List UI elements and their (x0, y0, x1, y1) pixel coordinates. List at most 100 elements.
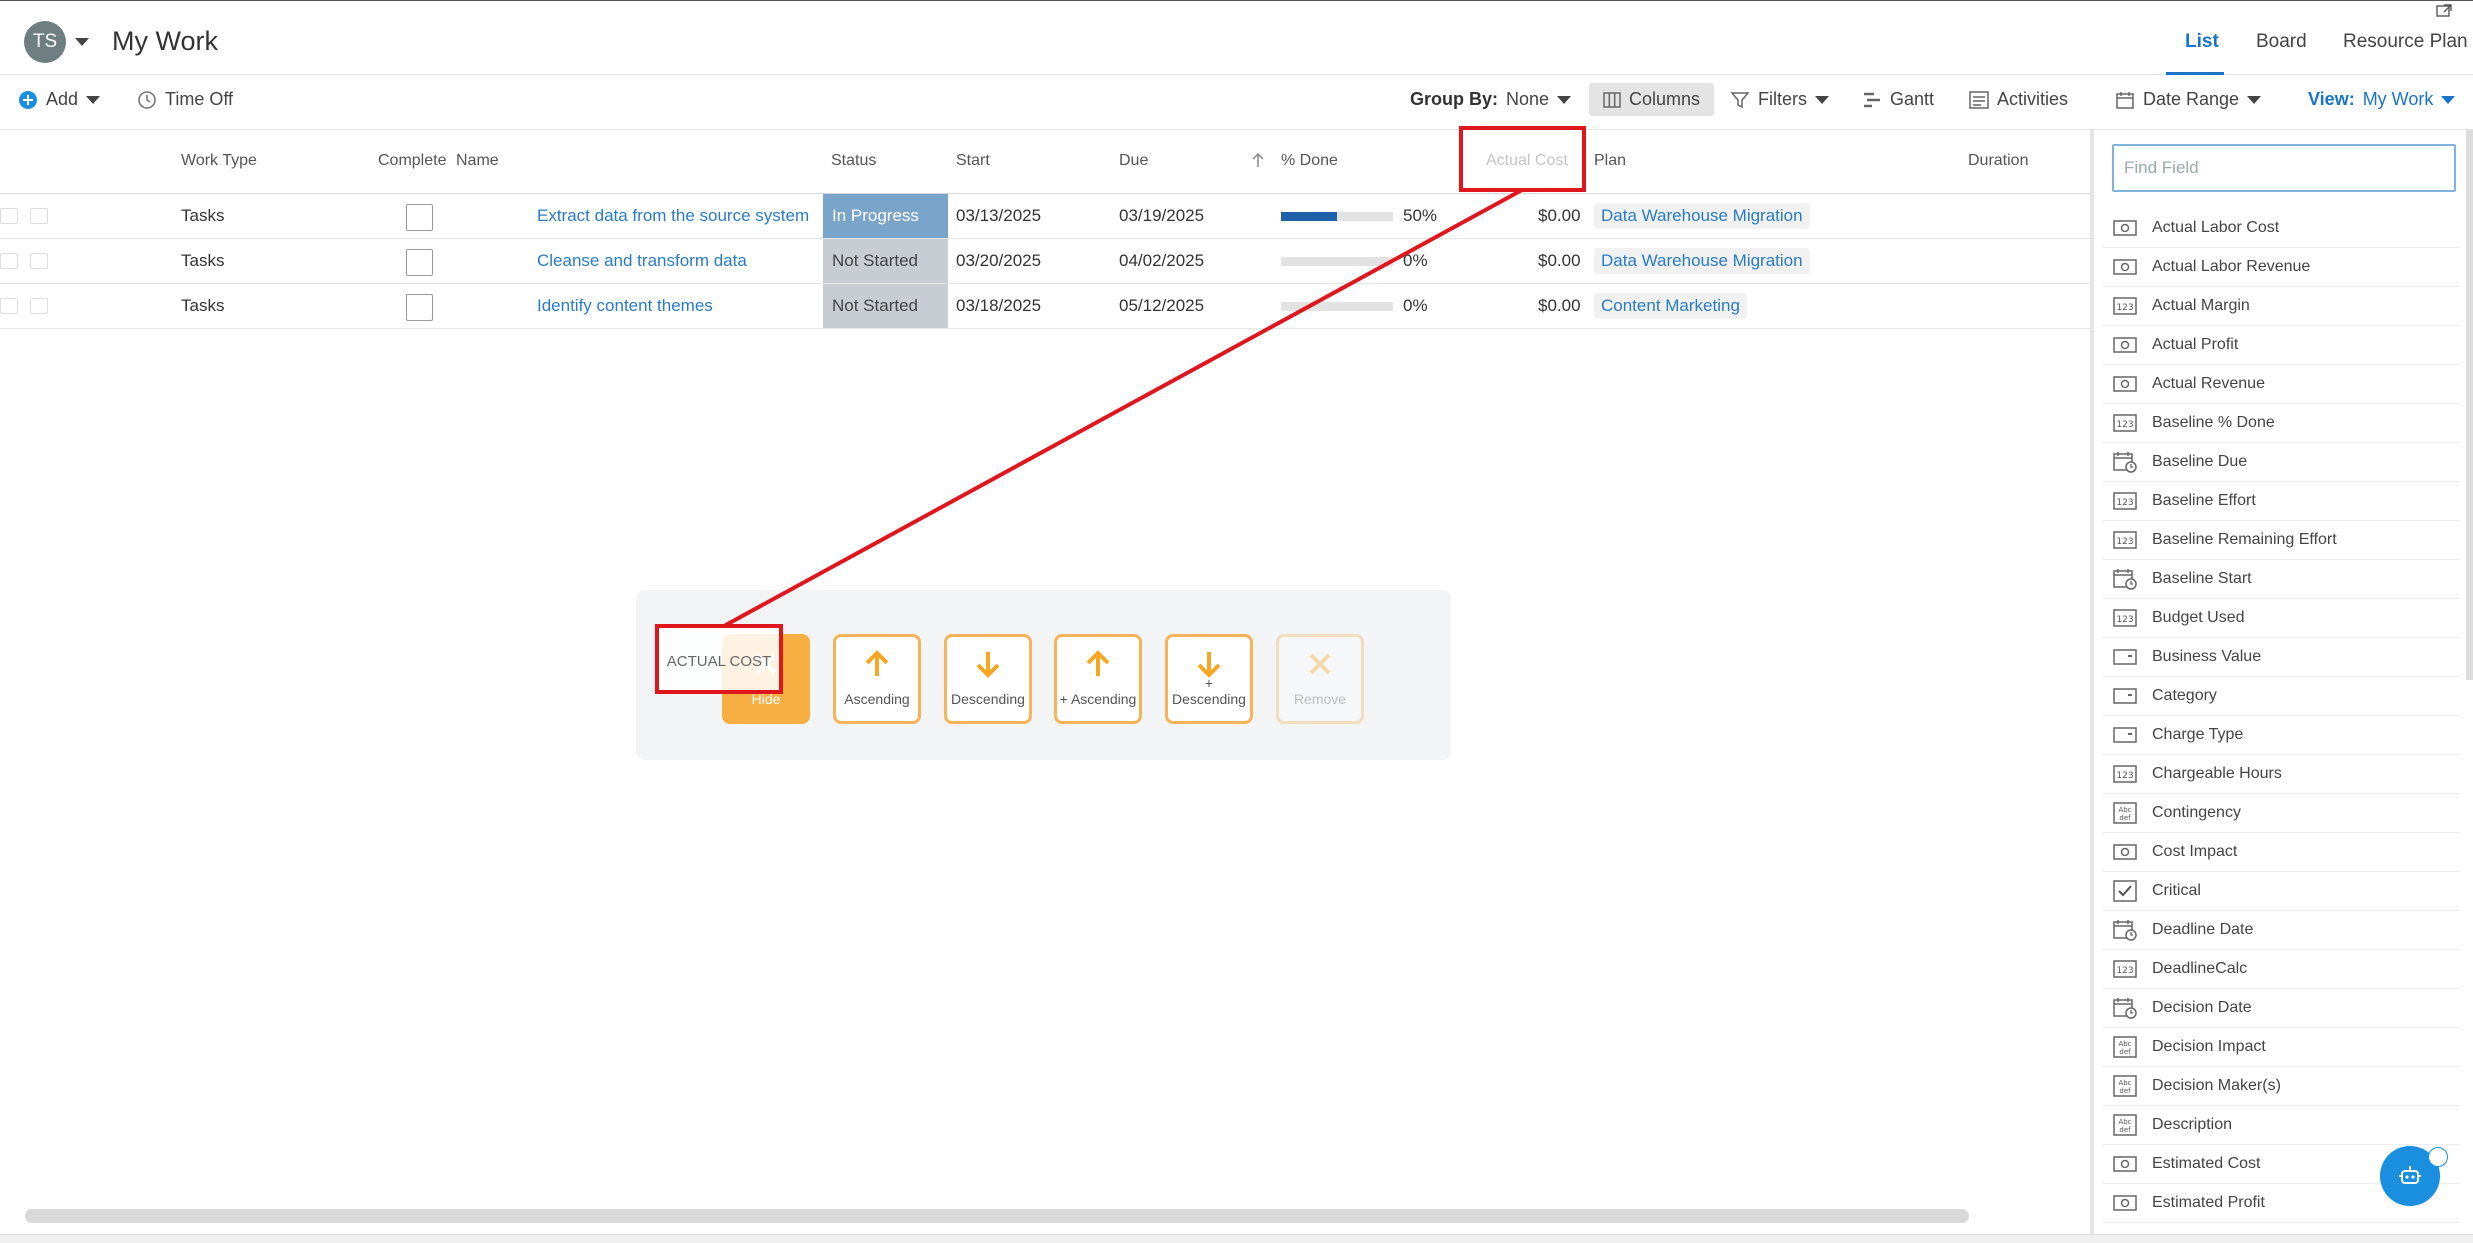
plan-link[interactable]: Content Marketing (1594, 293, 1747, 319)
top-bar: TS My Work List Board Resource Plan (0, 0, 2473, 75)
row-action-icons[interactable] (0, 298, 48, 314)
due-date-cell[interactable]: 04/02/2025 (1119, 251, 1204, 271)
find-field-input[interactable]: Find Field (2112, 144, 2456, 192)
calendar-icon (2112, 451, 2137, 473)
column-header-plan[interactable]: Plan (1594, 152, 1626, 170)
expand-icon[interactable] (2436, 4, 2452, 18)
descending-label: Descending (951, 691, 1025, 707)
status-cell[interactable]: Not Started (823, 239, 948, 283)
row-action-icons[interactable] (0, 253, 48, 269)
panel-scrollbar[interactable] (2466, 130, 2473, 680)
remove-sort-button[interactable]: Remove (1276, 634, 1364, 724)
column-header-complete[interactable]: Complete (378, 152, 446, 170)
sort-descending-button[interactable]: Descending (944, 634, 1032, 724)
activities-button[interactable]: Activities (1969, 89, 2068, 110)
group-by-dropdown[interactable]: Group By: None (1410, 89, 1572, 110)
time-off-button[interactable]: Time Off (137, 89, 233, 110)
field-item[interactable]: Deadline Date (2102, 911, 2460, 950)
column-header-due[interactable]: Due (1119, 152, 1148, 170)
field-item[interactable]: Actual Labor Revenue (2102, 248, 2460, 287)
column-header-start[interactable]: Start (956, 152, 990, 170)
start-date-cell[interactable]: 03/18/2025 (956, 296, 1041, 316)
time-off-label: Time Off (165, 89, 234, 109)
column-header-name[interactable]: Name (456, 152, 499, 170)
column-header-percent-done[interactable]: % Done (1281, 152, 1338, 170)
field-item[interactable]: 123 Baseline Remaining Effort (2102, 521, 2460, 560)
field-item[interactable]: Abc def Description (2102, 1106, 2460, 1145)
page-title: My Work (112, 26, 218, 56)
filters-button[interactable]: Filters (1730, 89, 1829, 110)
field-item[interactable]: Abc def Decision Maker(s) (2102, 1067, 2460, 1106)
field-item[interactable]: Decision Date (2102, 989, 2460, 1028)
field-item[interactable]: Actual Labor Cost (2102, 209, 2460, 248)
sort-ascending-icon[interactable] (1252, 152, 1264, 168)
add-sort-descending-button[interactable]: + Descending (1165, 634, 1253, 724)
field-item[interactable]: Baseline Due (2102, 443, 2460, 482)
field-item[interactable]: 123 Budget Used (2102, 599, 2460, 638)
row-action-icons[interactable] (0, 208, 48, 224)
column-header-duration[interactable]: Duration (1968, 152, 2028, 170)
field-item[interactable]: Actual Revenue (2102, 365, 2460, 404)
field-item[interactable]: Charge Type (2102, 716, 2460, 755)
status-cell[interactable]: In Progress (823, 194, 948, 238)
column-header-status[interactable]: Status (831, 152, 876, 170)
detail-icon[interactable] (30, 208, 48, 224)
avatar-menu-caret-icon[interactable] (75, 38, 89, 46)
field-item[interactable]: 123 Baseline % Done (2102, 404, 2460, 443)
field-item[interactable]: Abc def Decision Impact (2102, 1028, 2460, 1067)
field-item[interactable]: Cost Impact (2102, 833, 2460, 872)
gantt-button[interactable]: Gantt (1862, 89, 1934, 110)
field-item[interactable]: Critical (2102, 872, 2460, 911)
view-selector[interactable]: View: My Work (2308, 89, 2456, 110)
arrow-up-icon (865, 650, 889, 676)
tab-board[interactable]: Board (2256, 31, 2307, 53)
tab-list[interactable]: List (2185, 31, 2219, 53)
comment-icon[interactable] (0, 208, 18, 224)
columns-button[interactable]: Columns (1589, 83, 1715, 116)
column-header-work-type[interactable]: Work Type (181, 152, 257, 170)
field-item[interactable]: Actual Profit (2102, 326, 2460, 365)
horizontal-scrollbar[interactable] (25, 1209, 1969, 1223)
date-range-dropdown[interactable]: Date Range (2115, 89, 2262, 110)
svg-text:123: 123 (2116, 303, 2133, 313)
dragged-column-label[interactable]: ACTUAL COST (655, 624, 783, 694)
field-item[interactable]: 123 Actual Margin (2102, 287, 2460, 326)
field-item[interactable]: Baseline Start (2102, 560, 2460, 599)
due-date-cell[interactable]: 03/19/2025 (1119, 206, 1204, 226)
comment-icon[interactable] (0, 298, 18, 314)
comment-icon[interactable] (0, 253, 18, 269)
task-name-link[interactable]: Extract data from the source system (537, 206, 809, 226)
grid-header: Work Type Complete Name Status Start Due… (0, 130, 2090, 194)
status-cell[interactable]: Not Started (823, 284, 948, 328)
task-name-link[interactable]: Cleanse and transform data (537, 251, 747, 271)
svg-text:123: 123 (2116, 537, 2133, 547)
add-button[interactable]: Add (18, 89, 101, 110)
field-item[interactable]: 123 DeadlineCalc (2102, 950, 2460, 989)
due-date-cell[interactable]: 05/12/2025 (1119, 296, 1204, 316)
complete-checkbox[interactable] (406, 294, 433, 321)
field-item[interactable]: Business Value (2102, 638, 2460, 677)
add-sort-ascending-button[interactable]: + Ascending (1054, 634, 1142, 724)
avatar[interactable]: TS (24, 21, 66, 63)
complete-checkbox[interactable] (406, 249, 433, 276)
plan-link[interactable]: Data Warehouse Migration (1594, 203, 1810, 229)
power-badge-icon[interactable] (2428, 1147, 2448, 1167)
sort-ascending-button[interactable]: Ascending (833, 634, 921, 724)
table-row[interactable]: Tasks Identify content themes Not Starte… (0, 284, 2090, 329)
field-item[interactable]: 123 Chargeable Hours (2102, 755, 2460, 794)
plan-link[interactable]: Data Warehouse Migration (1594, 248, 1810, 274)
table-row[interactable]: Tasks Extract data from the source syste… (0, 194, 2090, 239)
detail-icon[interactable] (30, 298, 48, 314)
detail-icon[interactable] (30, 253, 48, 269)
field-item[interactable]: Abc def Contingency (2102, 794, 2460, 833)
field-item[interactable]: Category (2102, 677, 2460, 716)
start-date-cell[interactable]: 03/13/2025 (956, 206, 1041, 226)
field-item[interactable]: 123 Baseline Effort (2102, 482, 2460, 521)
complete-checkbox[interactable] (406, 204, 433, 231)
task-name-link[interactable]: Identify content themes (537, 296, 713, 316)
percent-done-cell: 0% (1403, 251, 1428, 270)
start-date-cell[interactable]: 03/20/2025 (956, 251, 1041, 271)
table-row[interactable]: Tasks Cleanse and transform data Not Sta… (0, 239, 2090, 284)
filters-label: Filters (1758, 89, 1807, 109)
tab-resource-plan[interactable]: Resource Plan (2343, 31, 2468, 53)
